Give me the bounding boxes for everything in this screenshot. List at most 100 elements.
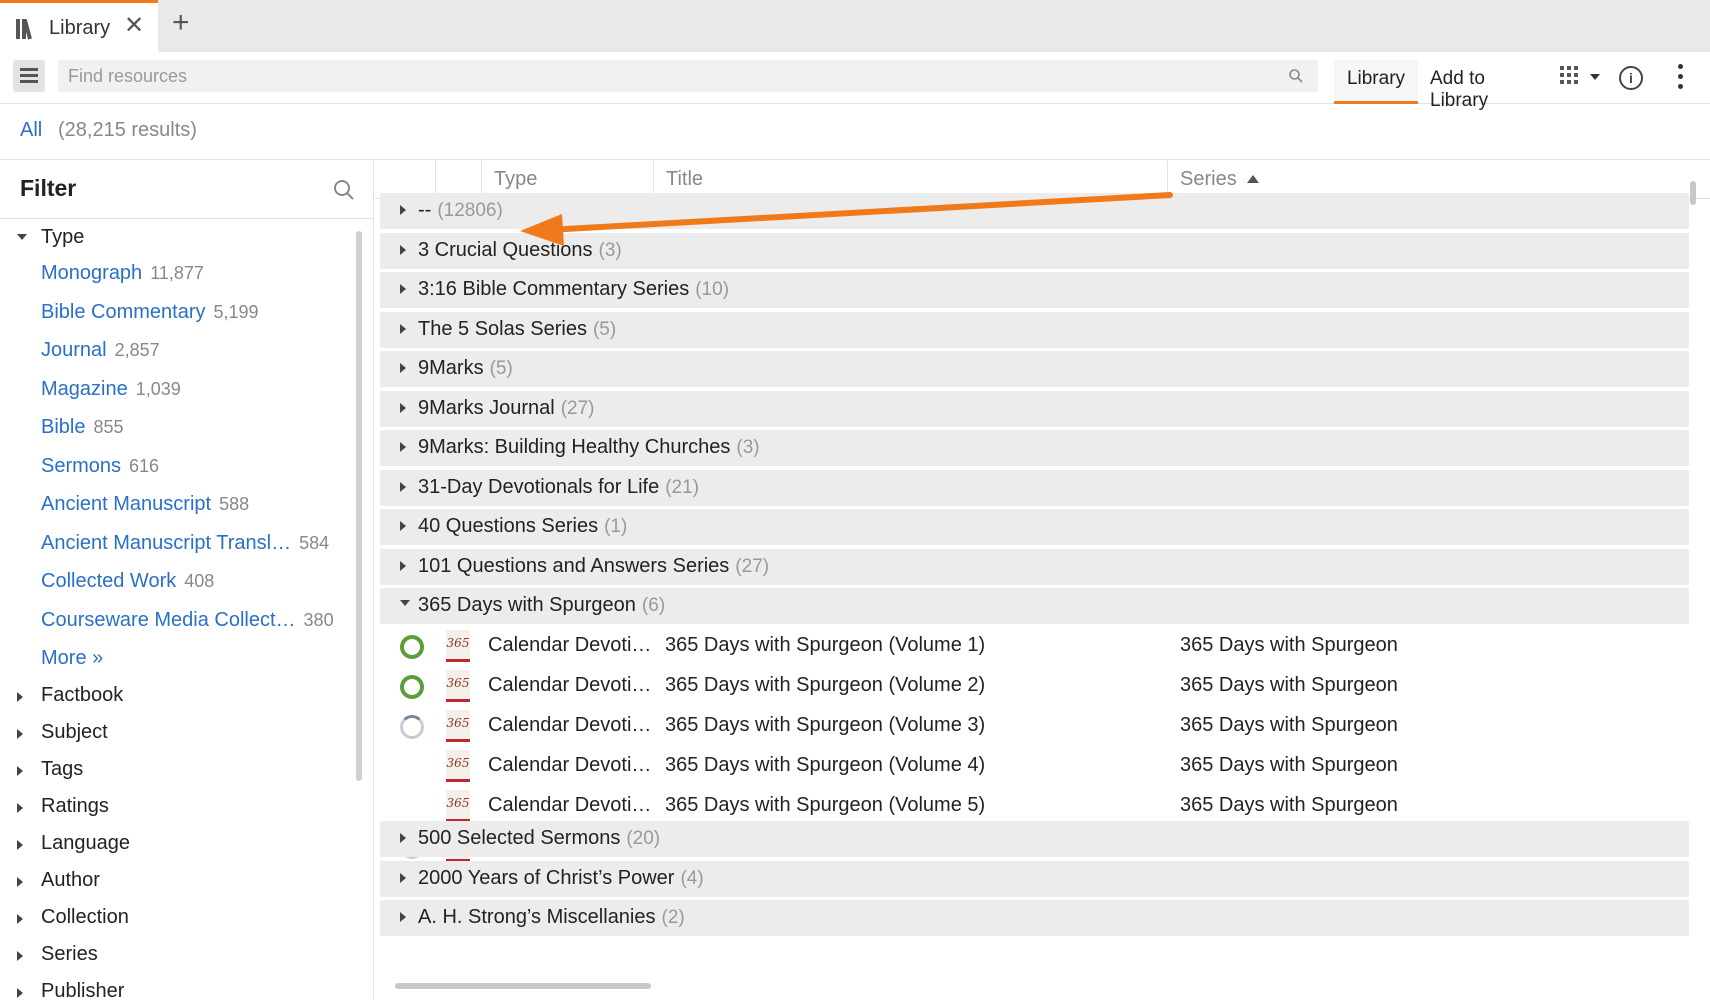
book-cover-icon: 365 (446, 629, 470, 662)
chevron-right-icon[interactable] (400, 833, 406, 843)
filter-option[interactable]: Courseware Media Collect… 380 (0, 604, 360, 640)
resource-series: 365 Days with Spurgeon (1180, 633, 1398, 656)
filter-option-label: Journal (41, 339, 107, 361)
filter-panel: Filter Type Monograph 11,877 Bible Commenta… (0, 161, 374, 1000)
library-view-button[interactable]: Library (1334, 60, 1418, 104)
results-bar: All (28,215 results) (0, 105, 1710, 160)
filter-section-label: Publisher (41, 980, 125, 1000)
chevron-right-icon[interactable] (400, 363, 406, 373)
series-group-label: 500 Selected Sermons (418, 827, 621, 849)
chevron-right-icon[interactable] (400, 323, 406, 334)
filter-option[interactable]: Ancient Manuscript 588 (0, 488, 360, 524)
series-group-row[interactable]: 9Marks Journal (27) (380, 390, 1689, 427)
series-group-label: A. H. Strong’s Miscellanies (418, 906, 656, 928)
filter-option-count: 584 (299, 532, 330, 553)
chevron-down-icon[interactable] (400, 600, 410, 606)
series-group-label: 40 Questions Series (418, 515, 599, 537)
chevron-right-icon[interactable] (400, 560, 406, 571)
column-series-label: Series (1180, 168, 1237, 190)
search-icon[interactable] (1288, 68, 1304, 84)
filter-option[interactable]: Collected Work 408 (0, 565, 360, 601)
filter-option[interactable]: Ancient Manuscript Transl… 584 (0, 527, 360, 563)
filter-option-count: 5,199 (213, 301, 259, 322)
chevron-right-icon (17, 988, 23, 998)
chevron-right-icon (17, 692, 23, 702)
library-icon (16, 19, 40, 40)
filter-section[interactable]: Author (0, 864, 360, 900)
resource-row[interactable]: 365 Calendar Devoti… 365 Days with Spurgeo… (375, 666, 1684, 706)
hamburger-menu-icon[interactable] (13, 60, 45, 92)
filter-section[interactable]: Publisher (0, 975, 360, 1000)
filter-option[interactable]: Bible 855 (0, 411, 360, 447)
chevron-right-icon[interactable] (400, 912, 406, 922)
search-input[interactable]: Find resources (58, 60, 1318, 92)
chevron-right-icon[interactable] (400, 442, 406, 452)
chevron-down-icon[interactable] (1590, 74, 1600, 80)
chevron-right-icon[interactable] (400, 284, 406, 294)
series-group-row[interactable]: 9Marks (5) (380, 351, 1689, 387)
filter-section-type[interactable]: Type (0, 221, 360, 257)
series-group-row[interactable]: 2000 Years of Christ’s Power (4) (380, 860, 1689, 897)
filter-option-label: Sermons (41, 454, 122, 477)
series-group-row[interactable]: 40 Questions Series (1) (380, 509, 1689, 545)
series-group-row[interactable]: 3:16 Bible Commentary Series (10) (380, 272, 1689, 308)
filter-section[interactable]: Factbook (0, 679, 360, 715)
sort-ascending-icon (1246, 175, 1259, 183)
filter-section-label: Collection (41, 906, 129, 928)
chevron-right-icon[interactable] (400, 205, 406, 215)
more-options-icon[interactable] (1678, 64, 1684, 92)
resource-row[interactable]: 365 Calendar Devoti… 365 Days with Spurgeo… (375, 626, 1684, 666)
resource-title: 365 Days with Spurgeon (Volume 4) (665, 753, 986, 776)
more-link-label: More » (41, 647, 104, 669)
resource-row[interactable]: 365 Calendar Devoti… 365 Days with Spurgeo… (375, 746, 1684, 786)
search-icon[interactable] (333, 179, 355, 201)
filter-section-label: Series (41, 943, 98, 965)
tab-library[interactable]: Library ✕ (0, 0, 158, 52)
filter-option[interactable]: Bible Commentary 5,199 (0, 296, 360, 332)
filter-option-count: 1,039 (135, 378, 181, 399)
series-group-row[interactable]: 9Marks: Building Healthy Churches (3) (380, 430, 1689, 466)
filter-option-count: 588 (219, 494, 250, 514)
tab-title: Library (49, 17, 111, 39)
filter-section[interactable]: Collection (0, 901, 360, 937)
series-group-row[interactable]: 365 Days with Spurgeon (6) (380, 588, 1689, 624)
chevron-right-icon[interactable] (400, 244, 406, 255)
filter-option[interactable]: Magazine 1,039 (0, 373, 360, 409)
resource-row[interactable]: 365 Calendar Devoti… 365 Days with Spurgeo… (375, 706, 1684, 746)
filter-section[interactable]: Ratings (0, 790, 360, 826)
filter-scrollbar[interactable] (356, 231, 362, 781)
new-tab-icon[interactable]: + (172, 8, 190, 38)
resource-row[interactable]: 365 Calendar Devoti… 365 Days with Spurgeo… (375, 786, 1684, 826)
chevron-right-icon[interactable] (400, 481, 406, 492)
series-group-row[interactable]: 3 Crucial Questions (3) (380, 232, 1689, 269)
series-group-count: (21) (665, 476, 700, 498)
series-group-label: 9Marks (418, 357, 484, 379)
resource-list: Type Title Series -- (12806) 3 Crucial Que… (375, 161, 1710, 1000)
filter-section[interactable]: Language (0, 827, 360, 863)
chevron-right-icon[interactable] (400, 521, 406, 531)
series-group-row[interactable]: The 5 Solas Series (5) (380, 311, 1689, 348)
series-group-row[interactable]: 31-Day Devotionals for Life (21) (380, 469, 1689, 506)
filter-section[interactable]: Tags (0, 753, 360, 789)
horizontal-scrollbar[interactable] (395, 983, 651, 989)
chevron-right-icon[interactable] (400, 402, 406, 413)
series-group-row[interactable]: -- (12806) (380, 193, 1689, 229)
series-group-row[interactable]: 500 Selected Sermons (20) (380, 821, 1689, 857)
info-icon[interactable]: i (1619, 66, 1643, 90)
add-to-library-button[interactable]: Add to Library (1430, 60, 1548, 111)
filter-option[interactable]: Monograph 11,877 (0, 257, 360, 293)
all-link[interactable]: All (20, 119, 42, 142)
resource-type: Calendar Devoti… (488, 793, 652, 816)
series-group-row[interactable]: 101 Questions and Answers Series (27) (380, 548, 1689, 585)
chevron-right-icon[interactable] (400, 872, 406, 883)
close-icon[interactable]: ✕ (124, 14, 144, 38)
filter-section[interactable]: Series (0, 938, 360, 974)
filter-option[interactable]: Journal 2,857 (0, 334, 360, 370)
filter-option[interactable]: Sermons 616 (0, 450, 360, 486)
filter-option-count: 11,877 (150, 263, 204, 283)
chevron-right-icon (17, 803, 23, 813)
series-group-row[interactable]: A. H. Strong’s Miscellanies (2) (380, 900, 1689, 936)
filter-section[interactable]: Subject (0, 716, 360, 752)
list-scrollbar[interactable] (1690, 181, 1696, 205)
more-link[interactable]: More » (0, 642, 360, 678)
